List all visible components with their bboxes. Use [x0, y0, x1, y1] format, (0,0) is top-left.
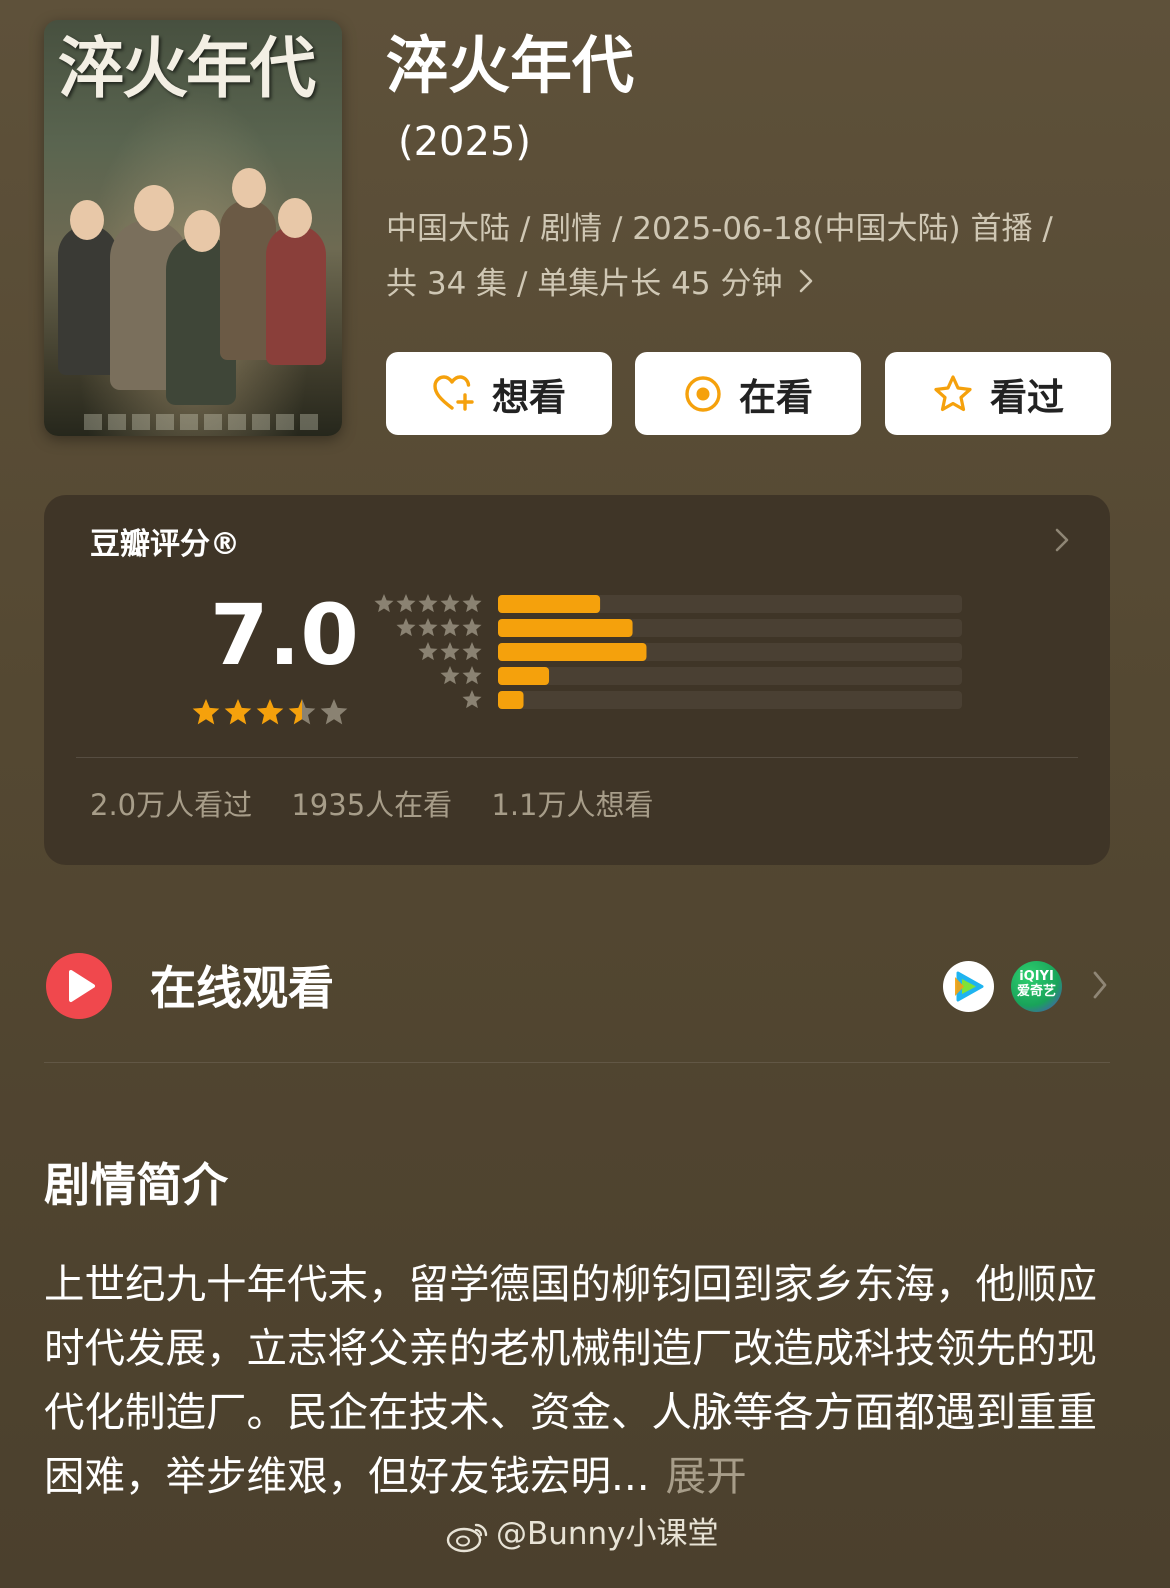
watched-count: 2.0万人看过	[90, 788, 253, 822]
distribution-star	[440, 618, 460, 637]
distribution-track	[498, 667, 962, 685]
want-to-watch-label: 想看	[492, 375, 566, 419]
distribution-star	[418, 642, 438, 661]
want-to-watch-button[interactable]: 想看	[386, 352, 612, 435]
chevron-right-icon	[798, 264, 814, 304]
distribution-track	[498, 691, 962, 709]
show-year: (2025)	[398, 119, 532, 165]
watching-button[interactable]: 在看	[635, 352, 861, 435]
poster-credits	[84, 414, 322, 430]
watched-label: 看过	[990, 375, 1064, 419]
distribution-star	[462, 666, 482, 685]
poster-face	[134, 185, 174, 231]
distribution-star	[396, 618, 416, 637]
rating-distribution-chart	[374, 594, 962, 709]
watching-label: 在看	[739, 375, 813, 419]
distribution-star	[440, 666, 460, 685]
play-icon[interactable]	[46, 953, 112, 1023]
distribution-bar	[498, 643, 647, 661]
poster-figure	[58, 225, 118, 375]
iqiyi-text-top: iQIYI	[1019, 969, 1054, 984]
chevron-right-icon[interactable]	[1092, 970, 1108, 1004]
watching-count: 1935人在看	[291, 788, 453, 822]
distribution-bar	[498, 667, 550, 685]
distribution-bar	[498, 691, 524, 709]
watermark: @Bunny小课堂	[446, 1512, 719, 1556]
synopsis-text: 上世纪九十年代末，留学德国的柳钧回到家乡东海，他顺应时代发展，立志将父亲的老机械…	[44, 1260, 1097, 1500]
rating-counts: 2.0万人看过 1935人在看 1.1万人想看	[90, 785, 684, 825]
poster-face	[70, 200, 104, 240]
poster-face	[278, 198, 312, 238]
distribution-star	[418, 618, 438, 637]
poster-title-art: 淬火年代	[58, 29, 316, 107]
iqiyi-icon[interactable]: iQIYI 爱奇艺	[1011, 961, 1062, 1012]
rating-card[interactable]: 豆瓣评分® 7.0 2.0万人看过 1935人在看 1.1万人想看	[44, 495, 1110, 865]
distribution-star	[374, 594, 394, 613]
distribution-star	[462, 618, 482, 637]
distribution-star	[396, 594, 416, 613]
weibo-icon	[446, 1523, 488, 1552]
expand-link[interactable]: 展开	[666, 1452, 747, 1500]
distribution-bar	[498, 595, 601, 613]
want-count: 1.1万人想看	[491, 788, 654, 822]
show-meta-line2[interactable]: 共 34 集 / 单集片长 45 分钟	[386, 264, 814, 304]
synopsis-text-block: 上世纪九十年代末，留学德国的柳钧回到家乡东海，他顺应时代发展，立志将父亲的老机械…	[44, 1252, 1124, 1508]
distribution-star	[440, 594, 460, 613]
synopsis-title: 剧情简介	[44, 1158, 228, 1212]
poster-face	[232, 168, 266, 208]
tencent-video-icon[interactable]	[943, 961, 994, 1012]
target-circle-icon	[685, 375, 721, 412]
distribution-star	[440, 642, 460, 661]
iqiyi-text-bottom: 爱奇艺	[1016, 984, 1056, 999]
show-meta-line1: 中国大陆 / 剧情 / 2025-06-18(中国大陆) 首播 /	[386, 211, 1053, 247]
show-title: 淬火年代	[386, 29, 635, 102]
poster-image[interactable]: 淬火年代	[44, 20, 342, 436]
watermark-text: @Bunny小课堂	[496, 1516, 719, 1552]
section-divider	[44, 1062, 1110, 1063]
online-watch-label[interactable]: 在线观看	[150, 958, 334, 1018]
poster-figure	[266, 225, 326, 365]
rating-divider	[76, 757, 1078, 758]
poster-face	[184, 210, 220, 252]
star-outline-icon	[934, 374, 972, 411]
show-meta-line2-text: 共 34 集 / 单集片长 45 分钟	[386, 266, 783, 302]
distribution-star	[462, 594, 482, 613]
distribution-star	[418, 594, 438, 613]
watched-button[interactable]: 看过	[885, 352, 1111, 435]
heart-plus-icon	[433, 374, 474, 411]
distribution-bar	[498, 619, 633, 637]
distribution-star	[462, 690, 482, 709]
distribution-star	[462, 642, 482, 661]
